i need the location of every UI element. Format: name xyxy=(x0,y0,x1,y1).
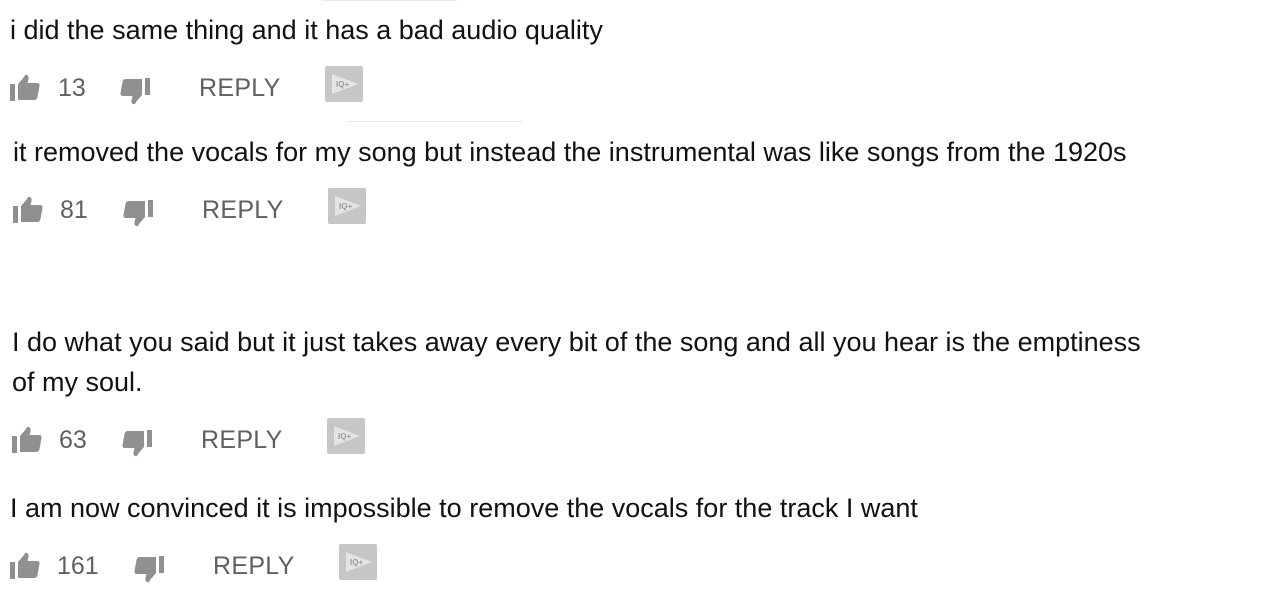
reply-button[interactable]: REPLY xyxy=(213,552,295,581)
comment-text: it removed the vocals for my song but in… xyxy=(13,137,1127,167)
divider xyxy=(322,0,457,1)
comments-page: i did the same thing and it has a bad au… xyxy=(0,0,1273,600)
comment: I am now convinced it is impossible to r… xyxy=(10,488,918,586)
like-button[interactable] xyxy=(13,195,43,223)
iq-extension-button[interactable]: IQ+ xyxy=(328,188,366,224)
thumb-up-icon xyxy=(13,196,43,223)
like-count: 161 xyxy=(57,552,99,580)
dislike-button[interactable] xyxy=(134,556,164,584)
comment-text: i did the same thing and it has a bad au… xyxy=(10,15,603,45)
comment: I do what you said but it just takes awa… xyxy=(12,322,1141,460)
comment: it removed the vocals for my song but in… xyxy=(13,132,1127,230)
comment-text: I am now convinced it is impossible to r… xyxy=(10,493,918,523)
like-count: 63 xyxy=(59,426,87,454)
iq-extension-button[interactable]: IQ+ xyxy=(327,418,365,454)
reply-button[interactable]: REPLY xyxy=(202,196,284,225)
thumb-down-icon xyxy=(120,78,150,105)
comment-actions: 161 REPLY IQ+ xyxy=(10,544,918,586)
thumb-up-icon xyxy=(12,426,42,453)
comment: i did the same thing and it has a bad au… xyxy=(10,10,603,108)
iq-extension-icon: IQ+ xyxy=(332,74,358,94)
reply-button[interactable]: REPLY xyxy=(199,74,281,103)
like-button[interactable] xyxy=(12,425,42,453)
comment-actions: 63 REPLY IQ+ xyxy=(12,418,1141,460)
like-button[interactable] xyxy=(10,551,40,579)
comment-actions: 13 REPLY IQ+ xyxy=(10,66,603,108)
divider xyxy=(347,121,522,122)
svg-text:IQ+: IQ+ xyxy=(336,80,349,89)
comment-text: I do what you said but it just takes awa… xyxy=(12,327,1141,397)
iq-extension-icon: IQ+ xyxy=(334,426,360,446)
iq-extension-button[interactable]: IQ+ xyxy=(339,544,377,580)
thumb-down-icon xyxy=(122,430,152,457)
like-count: 81 xyxy=(60,196,88,224)
comment-actions: 81 REPLY IQ+ xyxy=(13,188,1127,230)
svg-text:IQ+: IQ+ xyxy=(338,432,351,441)
svg-text:IQ+: IQ+ xyxy=(339,202,352,211)
iq-extension-icon: IQ+ xyxy=(346,552,372,572)
svg-text:IQ+: IQ+ xyxy=(350,558,363,567)
iq-extension-button[interactable]: IQ+ xyxy=(325,66,363,102)
dislike-button[interactable] xyxy=(122,430,152,458)
dislike-button[interactable] xyxy=(120,78,150,106)
thumb-up-icon xyxy=(10,552,40,579)
iq-extension-icon: IQ+ xyxy=(335,196,361,216)
thumb-down-icon xyxy=(123,200,153,227)
like-count: 13 xyxy=(58,74,86,102)
reply-button[interactable]: REPLY xyxy=(201,426,283,455)
dislike-button[interactable] xyxy=(123,200,153,228)
thumb-down-icon xyxy=(134,556,164,583)
thumb-up-icon xyxy=(10,74,40,101)
like-button[interactable] xyxy=(10,73,40,101)
